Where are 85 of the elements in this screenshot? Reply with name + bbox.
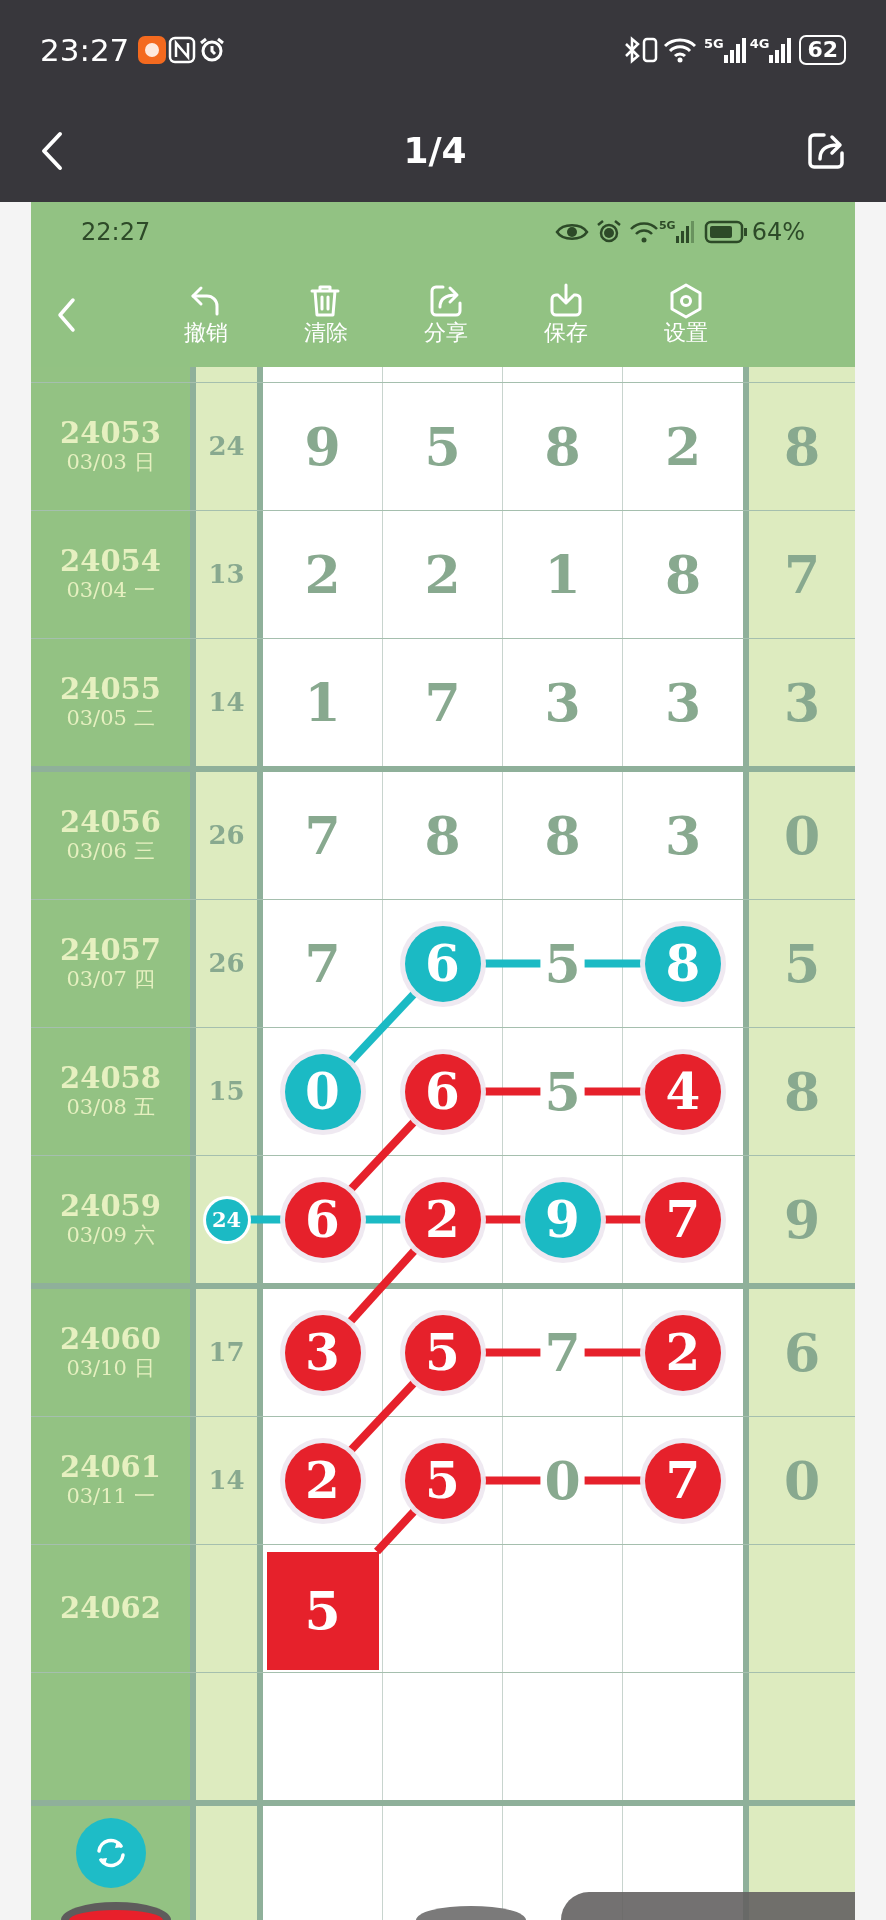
sum-ball: 24 bbox=[205, 1198, 248, 1241]
draw-date: 03/08 五 bbox=[66, 1094, 155, 1121]
draw-date: 03/11 一 bbox=[66, 1483, 155, 1510]
digit: 5 bbox=[424, 420, 461, 473]
digit: 1 bbox=[544, 548, 581, 601]
digit: 8 bbox=[424, 809, 461, 862]
battery-icon bbox=[703, 220, 748, 244]
digit: 3 bbox=[664, 809, 702, 862]
network-label: 4G bbox=[749, 37, 770, 50]
tail-digit: 3 bbox=[783, 676, 821, 729]
issue-number: 24055 bbox=[60, 673, 161, 706]
app-icon bbox=[137, 35, 168, 65]
issue-number: 24056 bbox=[60, 806, 161, 839]
tail-digit: 8 bbox=[783, 1065, 821, 1118]
network-label: 5G bbox=[703, 37, 724, 50]
sum-value: 26 bbox=[208, 819, 245, 852]
tail-digit: 5 bbox=[783, 937, 821, 990]
tail-digit: 7 bbox=[783, 548, 821, 601]
page-counter: 1/4 bbox=[403, 129, 467, 173]
floating-button[interactable] bbox=[561, 1892, 855, 1920]
status-time: 22:27 bbox=[81, 217, 152, 248]
digit: 1 bbox=[304, 676, 341, 729]
signal-icon bbox=[675, 221, 696, 243]
draw-date: 03/07 四 bbox=[66, 966, 155, 993]
tail-digit: 8 bbox=[783, 420, 821, 473]
digit: 2 bbox=[304, 548, 341, 601]
draw-date: 03/10 日 bbox=[66, 1355, 155, 1382]
sum-value: 17 bbox=[208, 1336, 245, 1369]
toolbar-button[interactable]: 分享 bbox=[386, 282, 506, 347]
tail-digit: 0 bbox=[783, 809, 821, 862]
issue-number: 24061 bbox=[60, 1451, 161, 1484]
issue-number: 24059 bbox=[60, 1190, 161, 1223]
digit: 7 bbox=[424, 676, 461, 729]
issue-number: 24062 bbox=[60, 1592, 161, 1625]
sum-value: 26 bbox=[208, 947, 245, 980]
battery-percent: 64% bbox=[751, 217, 805, 248]
sum-value: 13 bbox=[208, 558, 245, 591]
digit: 0 bbox=[544, 1454, 581, 1507]
digit: 8 bbox=[544, 420, 581, 473]
digit: 3 bbox=[544, 676, 581, 729]
issue-number: 24053 bbox=[60, 417, 161, 450]
draw-date: 03/05 二 bbox=[66, 705, 155, 732]
back-icon bbox=[40, 131, 64, 171]
tail-digit: 9 bbox=[783, 1193, 821, 1246]
digit: 3 bbox=[664, 676, 702, 729]
digit: 7 bbox=[544, 1326, 581, 1379]
tail-digit: 6 bbox=[783, 1326, 821, 1379]
digit: 5 bbox=[544, 937, 581, 990]
toolbar-button[interactable]: 清除 bbox=[266, 282, 386, 347]
draw-date: 03/03 日 bbox=[66, 449, 155, 476]
nfc-icon bbox=[167, 35, 198, 65]
back-button[interactable] bbox=[40, 131, 64, 171]
number-block: 5 bbox=[266, 1551, 379, 1670]
digit: 5 bbox=[544, 1065, 581, 1118]
toolbar-button[interactable]: 设置 bbox=[626, 282, 746, 347]
toolbar-button[interactable]: 保存 bbox=[506, 282, 626, 347]
digit: 2 bbox=[664, 420, 702, 473]
digit: 8 bbox=[664, 548, 702, 601]
signal-icon bbox=[769, 37, 792, 63]
digit: 8 bbox=[544, 809, 581, 862]
back-icon bbox=[56, 296, 76, 333]
draw-date: 03/09 六 bbox=[66, 1222, 155, 1249]
sum-value: 24 bbox=[208, 430, 245, 463]
issue-number: 24060 bbox=[60, 1323, 161, 1356]
signal-icon bbox=[723, 37, 746, 63]
draw-date: 03/04 一 bbox=[66, 577, 155, 604]
sum-value: 14 bbox=[208, 1464, 245, 1497]
issue-number: 24057 bbox=[60, 934, 161, 967]
wifi-icon bbox=[628, 220, 659, 244]
network-label: 5G bbox=[658, 218, 676, 234]
share-button[interactable] bbox=[806, 131, 846, 171]
digit: 7 bbox=[304, 937, 341, 990]
status-time: 23:27 bbox=[40, 30, 130, 70]
digit: 2 bbox=[424, 548, 461, 601]
sum-value: 14 bbox=[208, 686, 245, 719]
tail-digit: 0 bbox=[783, 1454, 821, 1507]
digit: 7 bbox=[304, 809, 341, 862]
sum-value: 15 bbox=[208, 1075, 245, 1108]
share-icon bbox=[806, 131, 846, 171]
issue-number: 24054 bbox=[60, 545, 161, 578]
battery-indicator: 62 bbox=[799, 35, 846, 65]
toolbar-button[interactable]: 撤销 bbox=[146, 282, 266, 347]
issue-number: 24058 bbox=[60, 1062, 161, 1095]
draw-date: 03/06 三 bbox=[66, 838, 155, 865]
digit: 9 bbox=[304, 420, 341, 473]
